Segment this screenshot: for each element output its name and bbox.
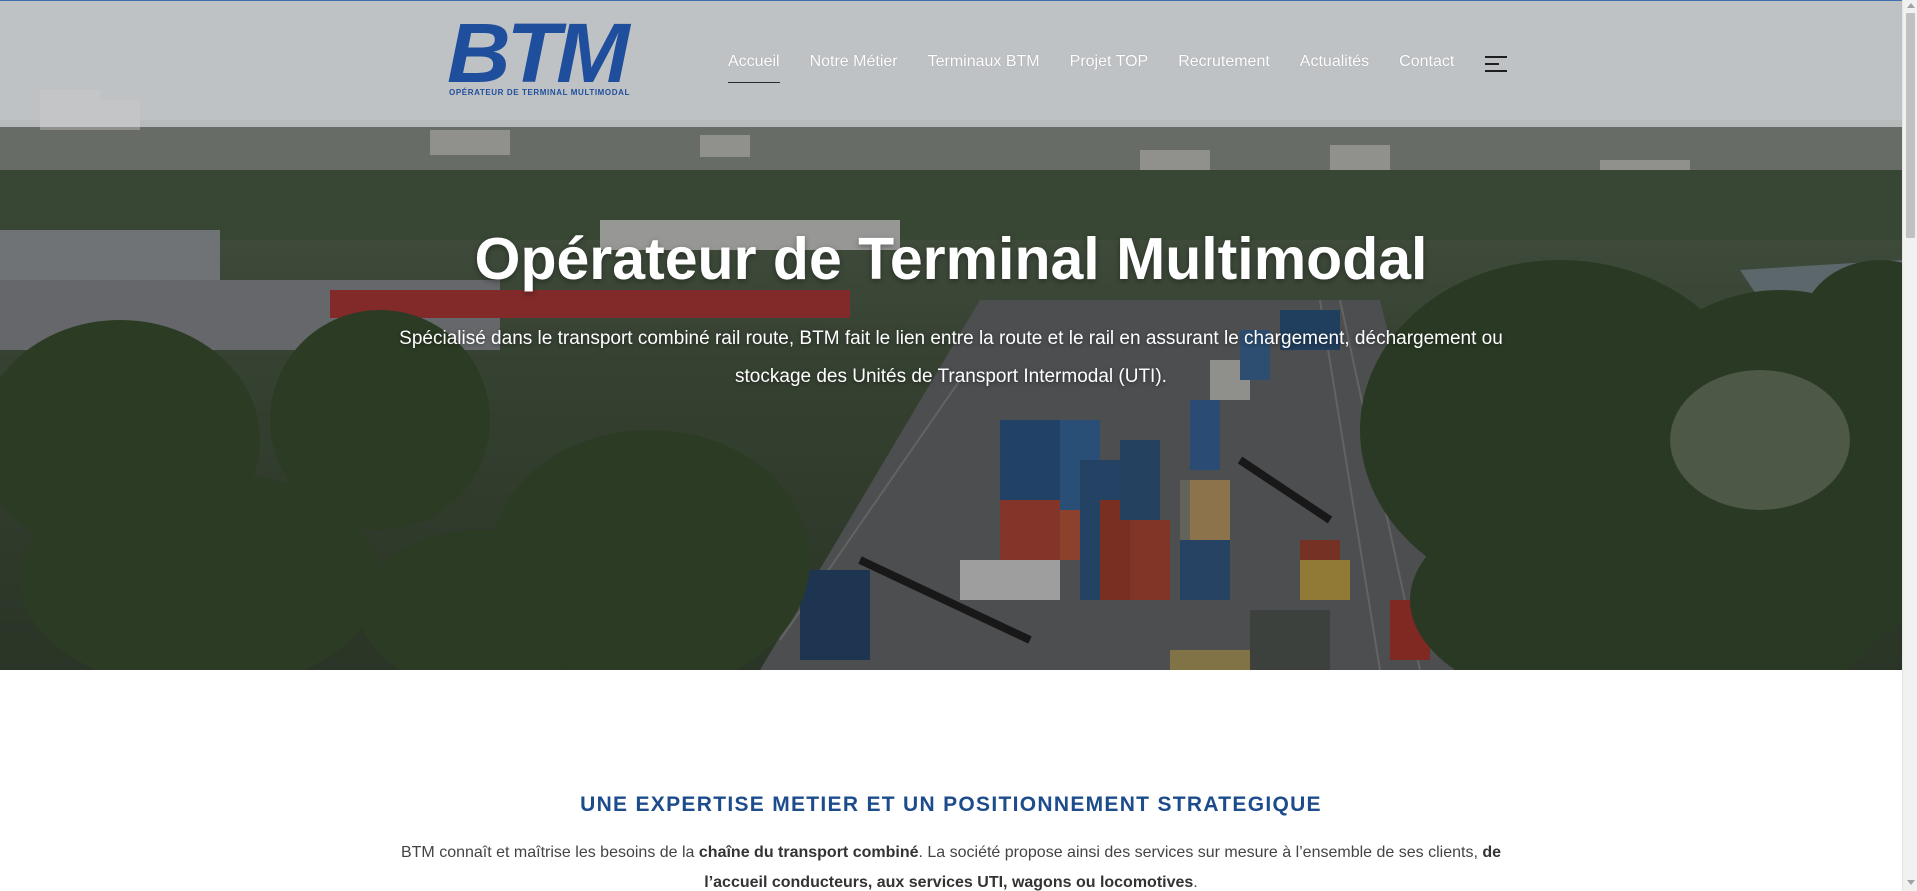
hero-title: Opérateur de Terminal Multimodal: [474, 226, 1428, 292]
section-text-part-3: .: [1193, 874, 1198, 891]
site-header: BTM OPÉRATEUR DE TERMINAL MULTIMODAL Acc…: [0, 0, 1902, 127]
hero-subtitle: Spécialisé dans le transport combiné rai…: [399, 328, 1503, 387]
section-text-part-1: BTM connaît et maîtrise les besoins de l…: [400, 844, 699, 861]
scroll-down-arrow-icon[interactable]: [1907, 880, 1915, 885]
scroll-thumb[interactable]: [1906, 13, 1915, 238]
section-text-bold-1: chaîne du transport combiné: [698, 844, 919, 861]
vertical-scrollbar[interactable]: [1902, 0, 1917, 891]
nav-item-notre-metier[interactable]: Notre Métier: [810, 53, 898, 71]
section-text-part-2: . La société propose ainsi des services …: [918, 844, 1483, 861]
nav-item-terminaux-btm[interactable]: Terminaux BTM: [928, 53, 1040, 71]
hamburger-menu-icon[interactable]: [1485, 56, 1507, 74]
logo-tagline: OPÉRATEUR DE TERMINAL MULTIMODAL: [449, 88, 630, 97]
section-title: UNE EXPERTISE METIER ET UN POSITIONNEMEN…: [580, 793, 1322, 816]
logo-wordmark: BTM: [447, 6, 630, 100]
scroll-up-arrow-icon[interactable]: [1907, 3, 1915, 8]
nav-item-projet-top[interactable]: Projet TOP: [1070, 53, 1149, 71]
nav-item-accueil[interactable]: Accueil: [728, 53, 780, 83]
nav-item-actualites[interactable]: Actualités: [1300, 53, 1369, 71]
section-intro-text: BTM connaît et maîtrise les besoins de l…: [390, 838, 1512, 891]
btm-logo[interactable]: BTM OPÉRATEUR DE TERMINAL MULTIMODAL: [447, 11, 639, 100]
nav-item-contact[interactable]: Contact: [1399, 53, 1454, 71]
nav-item-recrutement[interactable]: Recrutement: [1178, 53, 1270, 71]
main-navigation: Accueil Notre Métier Terminaux BTM Proje…: [728, 53, 1484, 83]
